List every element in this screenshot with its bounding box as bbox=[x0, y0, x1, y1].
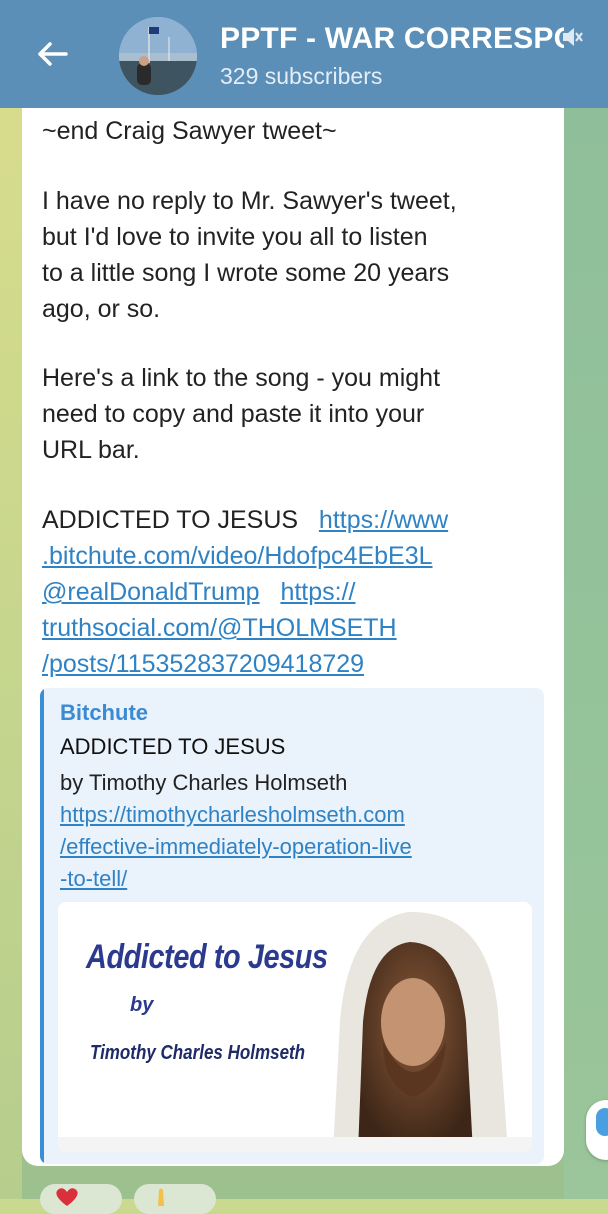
message-line: but I'd love to invite you all to listen bbox=[42, 223, 428, 251]
channel-title[interactable]: PPTF - WAR CORRESPONDENT bbox=[220, 22, 564, 56]
message-line: .bitchute.com/video/Hdofpc4EbE3L bbox=[42, 538, 542, 574]
message-line: need to copy and paste it into your bbox=[42, 400, 425, 428]
message-paragraph-2: Here's a link to the song - you might ne… bbox=[42, 360, 542, 468]
reaction-pray[interactable] bbox=[134, 1184, 216, 1214]
chat-background-left bbox=[0, 108, 22, 1199]
message-line: ago, or so. bbox=[42, 295, 161, 323]
bitchute-link-continued[interactable]: .bitchute.com/video/Hdofpc4EbE3L bbox=[42, 542, 433, 570]
chat-background-right bbox=[564, 108, 608, 1199]
preview-image[interactable]: Addicted to Jesus by Timothy Charles Hol… bbox=[58, 902, 532, 1152]
subscriber-count: 329 subscribers bbox=[220, 63, 383, 89]
preview-link[interactable]: -to-tell/ bbox=[60, 863, 530, 895]
image-author: Timothy Charles Holmseth bbox=[90, 1042, 306, 1064]
preview-site-name: Bitchute bbox=[60, 700, 148, 725]
truthsocial-link[interactable]: https:// bbox=[280, 578, 355, 606]
link-preview-card[interactable]: Bitchute ADDICTED TO JESUS by Timothy Ch… bbox=[40, 688, 544, 1164]
message-paragraph-1: I have no reply to Mr. Sawyer's tweet, b… bbox=[42, 183, 542, 327]
truthsocial-link-continued[interactable]: truthsocial.com/@THOLMSETH bbox=[42, 614, 397, 642]
message-line: to a little song I wrote some 20 years bbox=[42, 259, 450, 287]
message-line: Here's a link to the song - you might bbox=[42, 364, 441, 392]
reaction-heart[interactable] bbox=[40, 1184, 122, 1214]
message-links-block: ADDICTED TO JESUS https://www .bitchute.… bbox=[42, 502, 542, 682]
preview-author-line: by Timothy Charles Holmseth bbox=[60, 770, 348, 795]
fab-icon bbox=[596, 1108, 608, 1136]
preview-title: ADDICTED TO JESUS bbox=[60, 734, 286, 759]
image-by: by bbox=[130, 994, 154, 1016]
image-headline: Addicted to Jesus bbox=[86, 938, 328, 976]
preview-link[interactable]: https://timothycharlesholmseth.com bbox=[60, 799, 530, 831]
channel-header: PPTF - WAR CORRESPONDENT 329 subscribers bbox=[0, 0, 608, 108]
back-arrow-icon[interactable] bbox=[34, 36, 70, 72]
bitchute-link[interactable]: https://www bbox=[319, 506, 448, 534]
message-line: ADDICTED TO JESUS https://www bbox=[42, 502, 542, 538]
mention-link[interactable]: @realDonaldTrump bbox=[42, 578, 260, 606]
message-line: URL bar. bbox=[42, 436, 140, 464]
message-line: @realDonaldTrump https:// bbox=[42, 574, 542, 610]
preview-description: by Timothy Charles Holmseth https://timo… bbox=[60, 767, 530, 895]
message-line: /posts/115352837209418729 bbox=[42, 646, 542, 682]
message-line: truthsocial.com/@THOLMSETH bbox=[42, 610, 542, 646]
mute-icon bbox=[563, 28, 583, 46]
truthsocial-link-end[interactable]: /posts/115352837209418729 bbox=[42, 650, 364, 678]
preview-accent-bar bbox=[40, 688, 44, 1164]
message-line: I have no reply to Mr. Sawyer's tweet, bbox=[42, 187, 457, 215]
song-title-text: ADDICTED TO JESUS bbox=[42, 506, 299, 534]
preview-link[interactable]: /effective-immediately-operation-live bbox=[60, 831, 530, 863]
message-end-tweet-line: ~end Craig Sawyer tweet~ bbox=[42, 117, 337, 145]
channel-avatar[interactable] bbox=[119, 17, 197, 95]
